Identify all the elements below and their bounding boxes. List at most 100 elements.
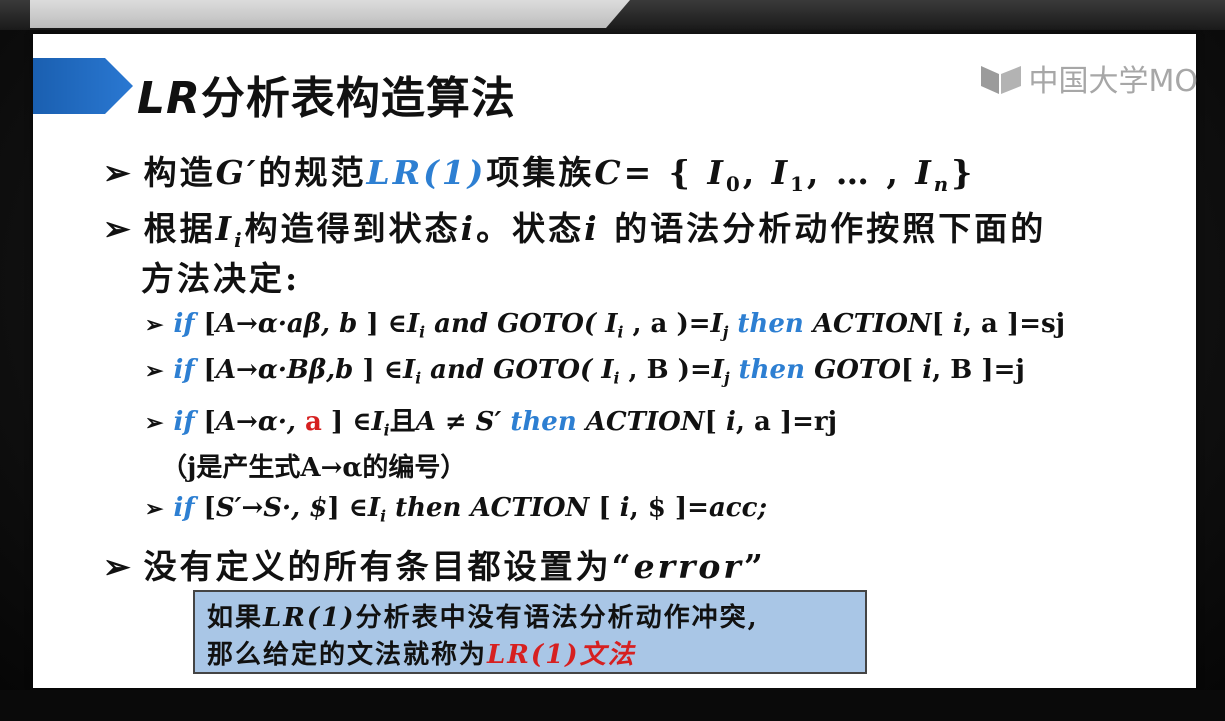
rule-3-note: （j是产生式A→α的编号） <box>161 453 467 483</box>
r3-qie: 且 <box>389 407 416 437</box>
bullet-arrow-icon: ➢ <box>103 153 134 192</box>
r3-I: I <box>371 407 384 437</box>
b1-dots: , … , <box>806 153 916 192</box>
bottom-bar <box>0 690 1225 721</box>
r1-p3: , a )= <box>623 309 711 339</box>
rule-arrow-icon: ➢ <box>145 312 164 338</box>
r2-I2: I <box>601 355 614 385</box>
note-l1-p1: 如果 <box>207 603 264 633</box>
note-line-1: 如果LR(1)分析表中没有语法分析动作冲突, <box>207 600 865 637</box>
r3-p2: ] ∈ <box>321 407 372 437</box>
bullet-arrow-icon: ➢ <box>103 209 134 248</box>
title-text: 分析表构造算法 <box>200 73 516 124</box>
r4-acc: acc; <box>708 493 768 523</box>
b1-c: C <box>594 153 624 192</box>
b1-in-sub: n <box>933 171 952 196</box>
note-l1-lr: LR(1) <box>263 603 356 633</box>
r3-action: ACTION <box>585 407 705 437</box>
b1-lr1: LR(1) <box>366 153 487 192</box>
b3-close: ” <box>743 547 766 586</box>
b1-text-4: = { <box>623 153 708 192</box>
rule-arrow-icon: ➢ <box>145 410 164 436</box>
slide-title: LR分析表构造算法 <box>137 62 516 126</box>
b1-comma: , <box>742 153 772 192</box>
b2-text-2: 构造得到状态 <box>244 209 461 248</box>
r2-p5: , B ]=j <box>932 355 1025 385</box>
bullet-arrow-icon: ➢ <box>103 547 134 586</box>
top-tab <box>30 0 630 28</box>
b3-text: 没有定义的所有条目都设置为“ <box>143 547 634 586</box>
r1-Ij: I <box>710 309 723 339</box>
r1-then: then <box>728 309 813 339</box>
r2-lhs: A→α·Bβ,b <box>215 355 354 385</box>
r1-p1: [ <box>194 309 216 339</box>
b1-i1-sub: 1 <box>790 171 807 196</box>
r1-action: ACTION <box>812 309 932 339</box>
b1-close: } <box>951 153 976 192</box>
note-l2-lr: LR(1)文法 <box>487 640 636 670</box>
r4-p2: ] ∈ <box>327 493 368 523</box>
r3-a: a <box>304 407 322 437</box>
bullet-2-line-2: 方法决定: <box>141 259 301 298</box>
rule-1: ➢ if [A→α·aβ, b ] ∈Ii and GOTO( Ii , a )=… <box>145 309 1065 341</box>
mooc-logo-icon <box>979 60 1023 96</box>
r2-p3: , B )= <box>619 355 712 385</box>
r2-p4: [ <box>900 355 923 385</box>
b1-g: G′ <box>215 153 259 192</box>
r2-then: then <box>729 355 815 385</box>
rule-3: ➢ if [A→α·, a ] ∈Ii且A ≠ S′ then ACTION[ i… <box>145 401 837 439</box>
b2-text-4: 的语法分析动作按照下面的 <box>599 209 1047 248</box>
b1-text-3: 项集族 <box>486 153 595 192</box>
r1-if: if <box>173 309 195 339</box>
r2-if: if <box>173 355 195 385</box>
b1-i0-sub: 0 <box>725 171 743 196</box>
r4-I: I <box>367 493 381 523</box>
b2-ii: I <box>215 209 235 248</box>
b2-i2: i <box>584 209 600 248</box>
r4-p4: [ <box>589 493 620 523</box>
b2-text-1: 根据 <box>143 209 216 248</box>
title-arrow-icon <box>33 58 133 114</box>
r2-p2: ] ∈ <box>353 355 404 385</box>
top-bar <box>0 0 1225 30</box>
note-l1-p2: 分析表中没有语法分析动作冲突, <box>355 603 759 633</box>
b1-text-1: 构造 <box>143 153 216 192</box>
bullet-3: ➢ 没有定义的所有条目都设置为“error” <box>103 540 766 588</box>
r3-cond: A ≠ S′ <box>415 407 502 437</box>
r4-lhs: S′→S·, $ <box>215 493 328 523</box>
watermark-text: 中国大学MO <box>1028 64 1199 99</box>
b2-i: i <box>460 209 477 248</box>
r2-iv: i <box>922 355 933 385</box>
r3-iv: i <box>725 407 736 437</box>
r4-then: then <box>386 493 471 523</box>
r1-I2: I <box>605 309 618 339</box>
r2-goto: GOTO <box>814 355 901 385</box>
r4-action: ACTION <box>470 493 590 523</box>
r3-p5: , a ]=rj <box>735 407 838 437</box>
r2-and: and GOTO( <box>421 355 602 385</box>
b2-ii-sub: i <box>234 227 245 252</box>
b1-text-2: 的规范 <box>258 153 367 192</box>
r1-p2: ] ∈ <box>357 309 407 339</box>
rule-arrow-icon: ➢ <box>145 358 164 384</box>
r4-iv: i <box>619 493 630 523</box>
b1-i0: I <box>707 153 726 192</box>
bullet-2: ➢ 根据Ii构造得到状态i。状态i 的语法分析动作按照下面的 <box>103 202 1046 252</box>
rule-arrow-icon: ➢ <box>145 496 164 522</box>
r1-and: and GOTO( <box>425 309 606 339</box>
r4-if: if <box>173 493 195 523</box>
r1-I: I <box>406 309 420 339</box>
r1-p5: , a ]=sj <box>962 309 1066 339</box>
b3-error: error <box>633 547 744 586</box>
r3-p4: [ <box>704 407 726 437</box>
r3-lhs: A→α·, <box>215 407 305 437</box>
b2-text-3: 。状态 <box>476 209 585 248</box>
note-l2-p1: 那么给定的文法就称为 <box>207 640 488 670</box>
r3-p1: [ <box>194 407 216 437</box>
title-lr: LR <box>137 73 201 124</box>
note-box: 如果LR(1)分析表中没有语法分析动作冲突, 那么给定的文法就称为LR(1)文法 <box>193 590 867 674</box>
r2-I: I <box>403 355 416 385</box>
r1-iv: i <box>953 309 963 339</box>
r3-if: if <box>173 407 195 437</box>
r1-lhs: A→α·aβ, b <box>215 309 358 339</box>
